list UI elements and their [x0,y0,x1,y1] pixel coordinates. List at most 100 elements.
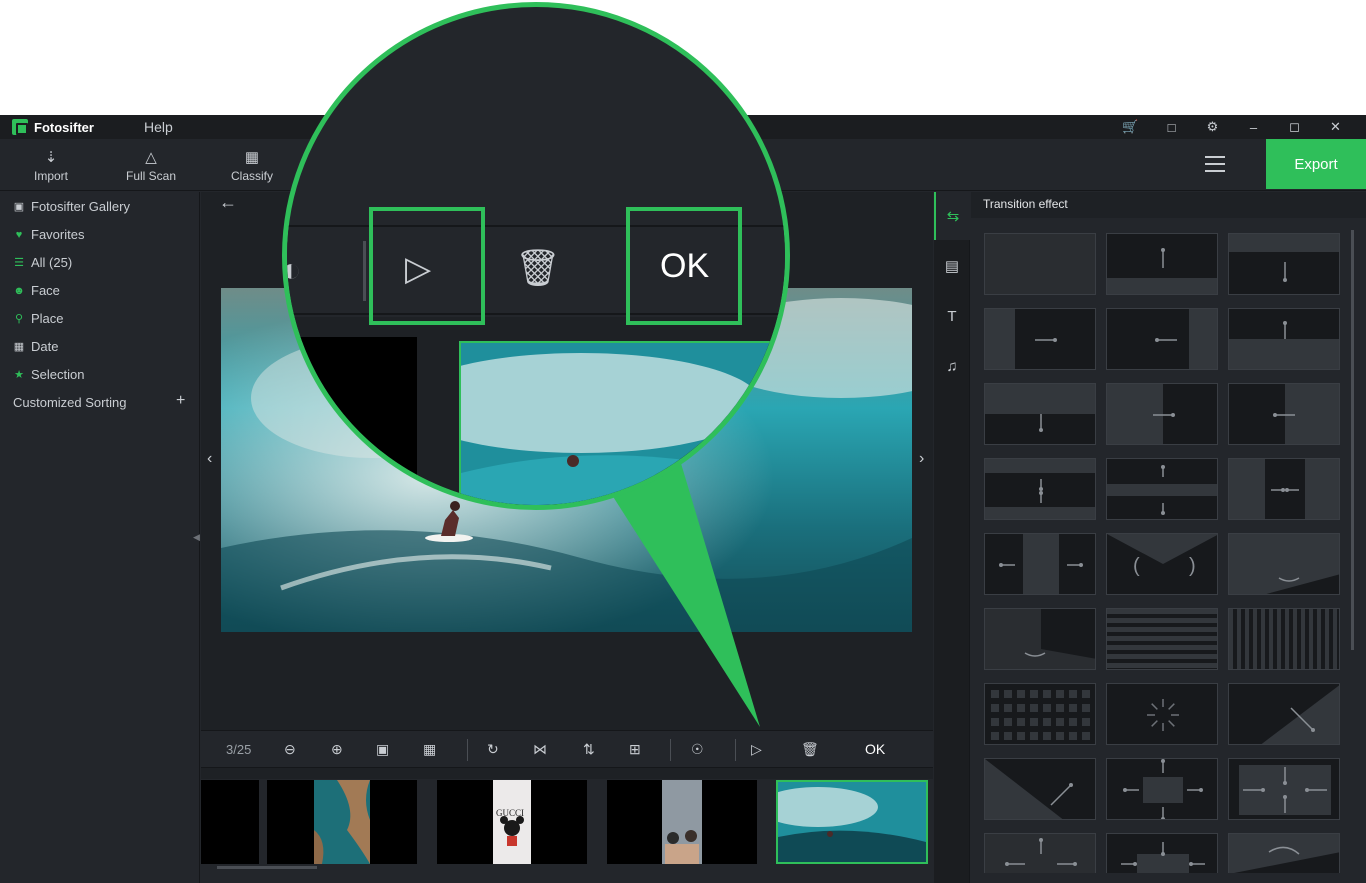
classify-button[interactable]: ▦ Classify [231,149,273,183]
full-scan-label: Full Scan [126,169,177,183]
pin-icon: ⚲ [14,313,24,325]
transition-effect-thumb[interactable] [1228,383,1340,445]
sidebar-item-selection[interactable]: ★ Selection [13,367,84,382]
magnifier-callout: ◐ ▷ 🗑 OK [282,2,790,510]
eye-icon[interactable]: ☉ [691,741,704,758]
sidebar-item-label: Date [31,339,59,354]
zoom-out-icon[interactable]: ⊖ [284,741,296,758]
svg-text:(: ( [1133,555,1140,577]
panel-title: Transition effect [983,197,1068,211]
transition-effect-thumb[interactable] [984,308,1096,370]
zoom-in-icon[interactable]: ⊕ [331,741,343,758]
minimize-icon[interactable]: – [1233,118,1274,136]
filmstrip: GUCCI [201,779,933,883]
rotate-icon[interactable]: ↻ [487,741,499,758]
collapse-sidebar-icon[interactable]: ◀ [193,532,200,543]
store-icon[interactable]: □ [1151,118,1192,136]
sidebar-item-gallery[interactable]: ▣ Fotosifter Gallery [13,199,130,214]
window-controls: 🛒 □ ⚙ – ◻ ✕ [1110,118,1356,136]
maximize-icon[interactable]: ◻ [1274,118,1315,136]
transition-effect-thumb[interactable] [1228,458,1340,520]
classify-label: Classify [231,169,274,183]
transition-effect-thumb[interactable] [984,758,1096,820]
transition-effect-thumb[interactable] [1228,833,1340,873]
import-button[interactable]: ⇣ Import [34,149,68,183]
sidebar-item-date[interactable]: ▦ Date [13,339,59,354]
transition-effect-thumb[interactable] [1228,233,1340,295]
close-icon[interactable]: ✕ [1315,118,1356,136]
transition-effect-thumb[interactable] [984,833,1096,873]
thumb-coast[interactable] [267,780,417,864]
transition-effect-thumb[interactable] [1228,308,1340,370]
hamburger-menu-icon[interactable] [1205,156,1225,172]
sidebar-item-label: Place [31,311,64,326]
transition-tab-icon[interactable]: ⇆ [934,192,970,240]
transition-effect-thumb[interactable] [984,533,1096,595]
fit-icon[interactable]: ▣ [376,741,389,758]
transition-effect-thumb[interactable] [1228,533,1340,595]
actual-size-icon[interactable]: ▦ [423,741,436,758]
sidebar-item-place[interactable]: ⚲ Place [13,311,64,326]
thumb-wave-selected[interactable] [776,780,928,864]
magnified-ok-label: OK [660,247,710,285]
sidebar-item-label: Fotosifter Gallery [31,199,130,214]
sidebar-item-face[interactable]: ☻ Face [13,283,60,298]
sidebar-item-all[interactable]: ☰ All (25) [13,255,72,270]
customized-sorting-label: Customized Sorting [13,395,127,410]
transition-effect-thumb[interactable] [984,383,1096,445]
previous-photo-icon[interactable]: ‹ [207,450,212,468]
film-tab-icon[interactable]: ▤ [934,242,970,290]
ok-button[interactable]: OK [865,741,885,757]
transition-effect-thumb[interactable] [984,458,1096,520]
back-arrow-icon[interactable]: ← [219,192,237,213]
transition-effect-thumb[interactable] [1106,383,1218,445]
list-icon: ☰ [14,257,24,269]
delete-icon[interactable]: 🗑 [801,741,819,758]
gucci-text: GUCCI [496,808,525,818]
sidebar-item-label: All (25) [31,255,73,270]
add-sorting-icon[interactable]: + [176,392,185,410]
sidebar-item-label: Favorites [31,227,85,242]
export-button[interactable]: Export [1266,139,1366,189]
panel-scrollbar[interactable] [1351,230,1354,650]
next-photo-icon[interactable]: › [919,450,924,468]
music-tab-icon[interactable]: ♫ [934,342,970,390]
filmstrip-scrollbar[interactable] [217,866,317,869]
transition-effect-thumb[interactable]: () [1106,533,1218,595]
transition-effect-thumb[interactable] [1106,458,1218,520]
viewer-toolbar: 3/25 ⊖ ⊕ ▣ ▦ ↻ ⋈ ⇅ ⊞ ☉ ▷ 🗑 OK [201,730,933,768]
transition-effect-thumb[interactable] [1106,308,1218,370]
fotosifter-logo-icon [12,119,28,135]
slideshow-icon[interactable]: ▷ [751,741,762,758]
transition-effect-thumb[interactable] [984,608,1096,670]
import-icon: ⇣ [44,149,58,166]
thumb-dark[interactable] [201,780,259,864]
transition-effect-thumb[interactable] [1106,233,1218,295]
transition-effect-thumb[interactable] [1106,833,1218,873]
transition-effect-thumb[interactable] [1228,608,1340,670]
magnified-delete-icon: 🗑 [515,247,561,288]
transition-effect-thumb[interactable] [984,683,1096,745]
app-title: Fotosifter [34,119,94,135]
text-tab-icon[interactable]: T [934,292,970,340]
calendar-icon: ▦ [13,341,25,353]
menu-help[interactable]: Help [144,119,173,135]
full-scan-button[interactable]: △ Full Scan [126,149,176,183]
face-icon: ☻ [13,284,25,297]
transition-effect-thumb[interactable] [1228,758,1340,820]
thumb-people[interactable] [607,780,757,864]
crop-icon[interactable]: ⊞ [629,741,641,758]
transition-effect-thumb[interactable] [1106,608,1218,670]
settings-icon[interactable]: ⚙ [1192,118,1233,136]
transition-effect-thumb[interactable] [1106,683,1218,745]
flip-horizontal-icon[interactable]: ⋈ [533,741,547,758]
transition-effect-thumb[interactable] [984,233,1096,295]
sidebar-item-favorites[interactable]: ♥ Favorites [13,227,85,242]
gallery-icon: ▣ [13,201,25,213]
star-icon: ★ [14,369,24,381]
transition-effect-thumb[interactable] [1106,758,1218,820]
cart-icon[interactable]: 🛒 [1110,118,1151,136]
thumb-gucci[interactable]: GUCCI [437,780,587,864]
transition-effect-thumb[interactable] [1228,683,1340,745]
flip-vertical-icon[interactable]: ⇅ [583,741,595,758]
